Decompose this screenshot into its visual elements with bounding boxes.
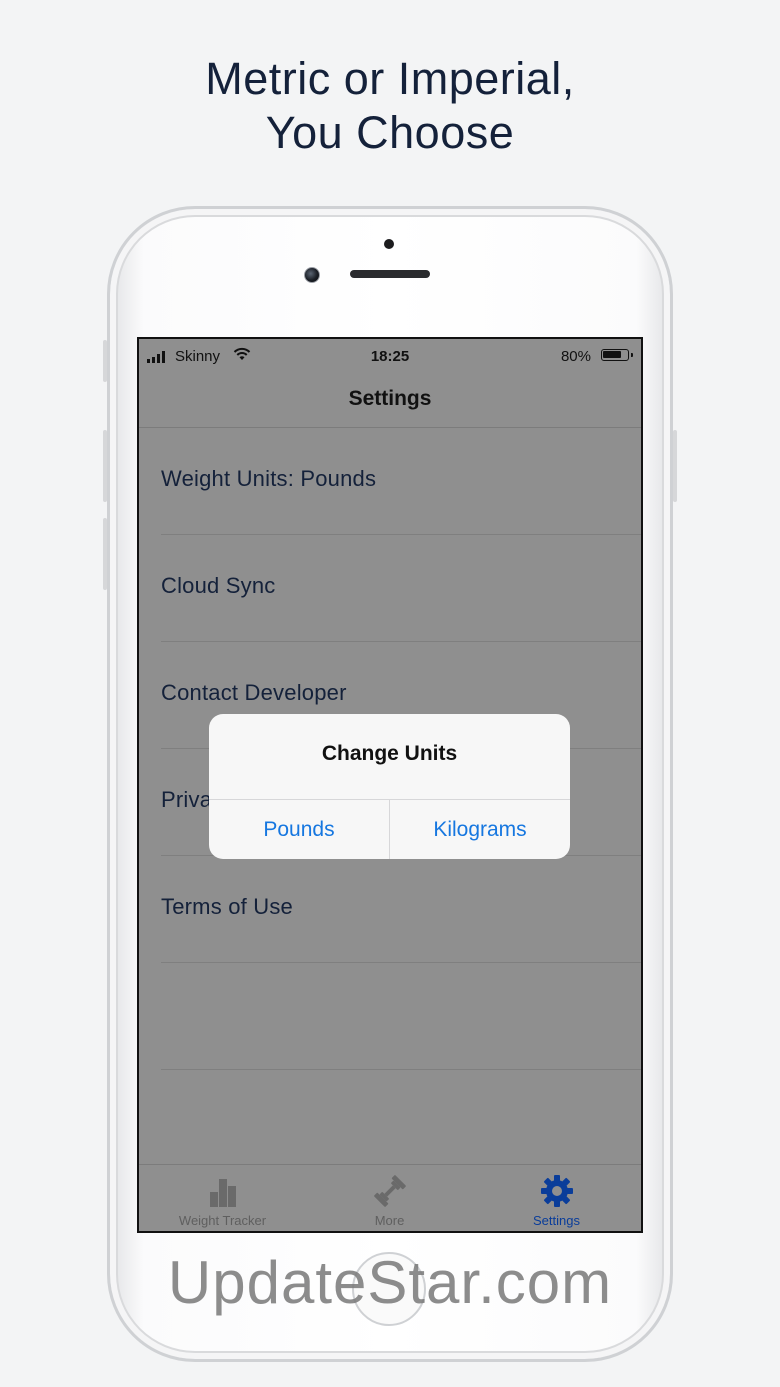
row-label: Contact Developer — [161, 680, 347, 705]
volume-down-button — [103, 518, 107, 590]
watermark: UpdateStar.com — [167, 1249, 613, 1316]
row-label: Priva — [161, 787, 213, 812]
tab-bar: Weight Tracker More Settings — [139, 1164, 641, 1231]
power-button — [673, 430, 677, 502]
front-camera — [304, 267, 320, 283]
dumbbell-icon — [373, 1175, 406, 1207]
tab-label: More — [374, 1213, 405, 1228]
tab-weight-tracker[interactable]: Weight Tracker — [139, 1165, 306, 1231]
mute-switch — [103, 340, 107, 382]
battery-icon — [601, 349, 633, 361]
row-label: Weight Units: Pounds — [161, 466, 377, 491]
settings-row-cloud-sync[interactable]: Cloud Sync — [161, 535, 641, 642]
tab-label: Weight Tracker — [178, 1213, 267, 1228]
bar-chart-icon — [209, 1179, 236, 1207]
settings-row-weight-units[interactable]: Weight Units: Pounds — [161, 428, 641, 535]
status-bar: Skinny 18:25 80% — [139, 339, 641, 375]
change-units-alert: Change Units Pounds Kilograms — [209, 714, 570, 859]
tab-more[interactable]: More — [306, 1165, 473, 1231]
battery-percentage: 80% — [560, 348, 591, 365]
navigation-bar: Settings — [139, 375, 641, 428]
kilograms-button[interactable]: Kilograms — [390, 800, 570, 859]
headline-line-1: Metric or Imperial, — [205, 53, 575, 104]
gear-icon — [540, 1175, 573, 1207]
volume-up-button — [103, 430, 107, 502]
pounds-button[interactable]: Pounds — [209, 800, 390, 859]
row-label: Cloud Sync — [161, 573, 276, 598]
tab-label: Settings — [533, 1213, 580, 1228]
settings-row-empty — [161, 963, 641, 1070]
settings-row-terms-of-use[interactable]: Terms of Use — [161, 856, 641, 963]
headline-line-2: You Choose — [265, 107, 515, 158]
proximity-sensor — [384, 239, 394, 249]
earpiece-speaker — [350, 270, 430, 278]
marketing-headline: Metric or Imperial, You Choose — [0, 52, 780, 160]
alert-actions: Pounds Kilograms — [209, 799, 570, 859]
row-label: Terms of Use — [161, 894, 293, 919]
tab-settings[interactable]: Settings — [473, 1165, 640, 1231]
page-title: Settings — [348, 387, 432, 410]
alert-title: Change Units — [321, 742, 458, 765]
settings-row-empty — [161, 1070, 641, 1177]
